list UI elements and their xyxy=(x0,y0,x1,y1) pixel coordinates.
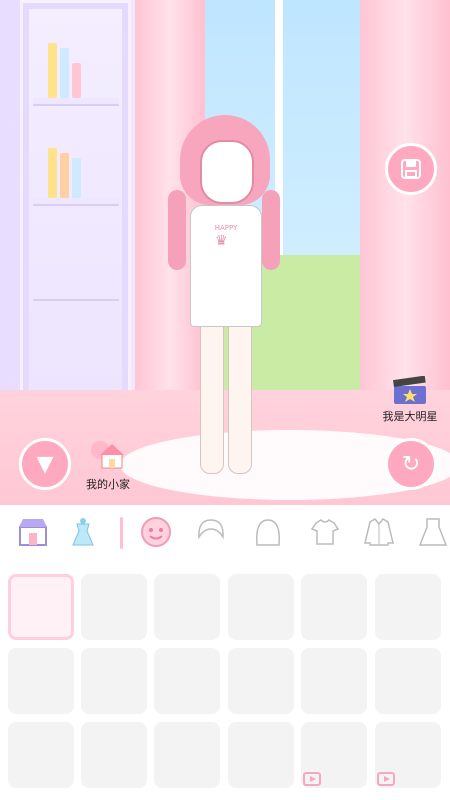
item-slot[interactable] xyxy=(154,722,220,788)
tab-hair-short[interactable] xyxy=(190,511,232,553)
shelf xyxy=(33,98,119,106)
tab-face[interactable] xyxy=(135,511,177,553)
home-label[interactable]: 我的小家 xyxy=(80,476,136,492)
item-slot[interactable] xyxy=(228,574,294,640)
item-slot[interactable] xyxy=(8,722,74,788)
save-button[interactable] xyxy=(385,143,437,195)
shirt-icon xyxy=(364,518,394,546)
shelf xyxy=(33,198,119,206)
shelf xyxy=(33,293,119,301)
character-leg-right xyxy=(228,322,252,474)
curtain-right xyxy=(360,0,450,390)
star-mode-label[interactable]: 我是大明星 xyxy=(372,408,448,424)
tab-hair-long[interactable] xyxy=(247,511,289,553)
braid-left xyxy=(168,190,186,270)
dress-stand-icon xyxy=(72,518,94,546)
tab-shop[interactable] xyxy=(12,511,54,553)
shirt-text: HAPPY xyxy=(214,224,238,232)
item-slot[interactable] xyxy=(301,648,367,714)
character-leg-left xyxy=(200,322,224,474)
item-slot[interactable] xyxy=(81,574,147,640)
item-slot[interactable] xyxy=(228,722,294,788)
home-icon[interactable] xyxy=(90,438,126,472)
reset-button[interactable]: ↻ xyxy=(385,438,437,490)
hair-long-icon xyxy=(255,519,281,546)
tshirt-icon xyxy=(310,519,340,545)
item-slot[interactable] xyxy=(375,574,441,640)
book xyxy=(72,63,81,98)
book xyxy=(72,158,81,198)
item-slot[interactable] xyxy=(154,648,220,714)
book xyxy=(60,48,69,98)
save-icon xyxy=(401,159,421,179)
braid-right xyxy=(262,190,280,270)
item-grid xyxy=(0,560,450,800)
tab-dress-preset[interactable] xyxy=(62,511,104,553)
tab-tshirt[interactable] xyxy=(304,511,346,553)
book xyxy=(48,43,57,98)
character-shirt[interactable]: HAPPY xyxy=(190,205,262,327)
book xyxy=(60,153,69,198)
tab-shirt[interactable] xyxy=(358,511,400,553)
clapperboard-icon[interactable] xyxy=(392,375,428,406)
character-face[interactable] xyxy=(200,140,254,204)
crown-icon: ♛ xyxy=(215,233,228,249)
shop-icon xyxy=(19,519,47,546)
item-slot[interactable] xyxy=(154,574,220,640)
book xyxy=(48,148,57,198)
collapse-button[interactable]: ▼ xyxy=(19,438,71,490)
item-slot[interactable] xyxy=(375,648,441,714)
item-slot[interactable] xyxy=(81,648,147,714)
game-scene: HAPPY ♛ ▼ 我的小家 我是大明星 ↻ xyxy=(0,0,450,505)
dress-icon xyxy=(418,518,448,546)
tab-divider xyxy=(120,517,123,549)
bookcase xyxy=(20,0,131,401)
item-slot[interactable] xyxy=(81,722,147,788)
video-ad-icon xyxy=(377,772,395,786)
video-ad-icon xyxy=(303,772,321,786)
item-slot[interactable] xyxy=(301,574,367,640)
face-icon xyxy=(141,517,171,547)
reset-icon: ↻ xyxy=(401,451,421,477)
triangle-down-icon: ▼ xyxy=(36,451,54,477)
item-slot[interactable] xyxy=(8,648,74,714)
hair-short-icon xyxy=(198,519,224,540)
category-tab-bar xyxy=(0,505,450,561)
item-slot[interactable] xyxy=(228,648,294,714)
tab-dress[interactable] xyxy=(416,511,450,553)
item-slot[interactable] xyxy=(375,722,441,788)
item-slot[interactable] xyxy=(301,722,367,788)
item-slot-selected[interactable] xyxy=(8,574,74,640)
